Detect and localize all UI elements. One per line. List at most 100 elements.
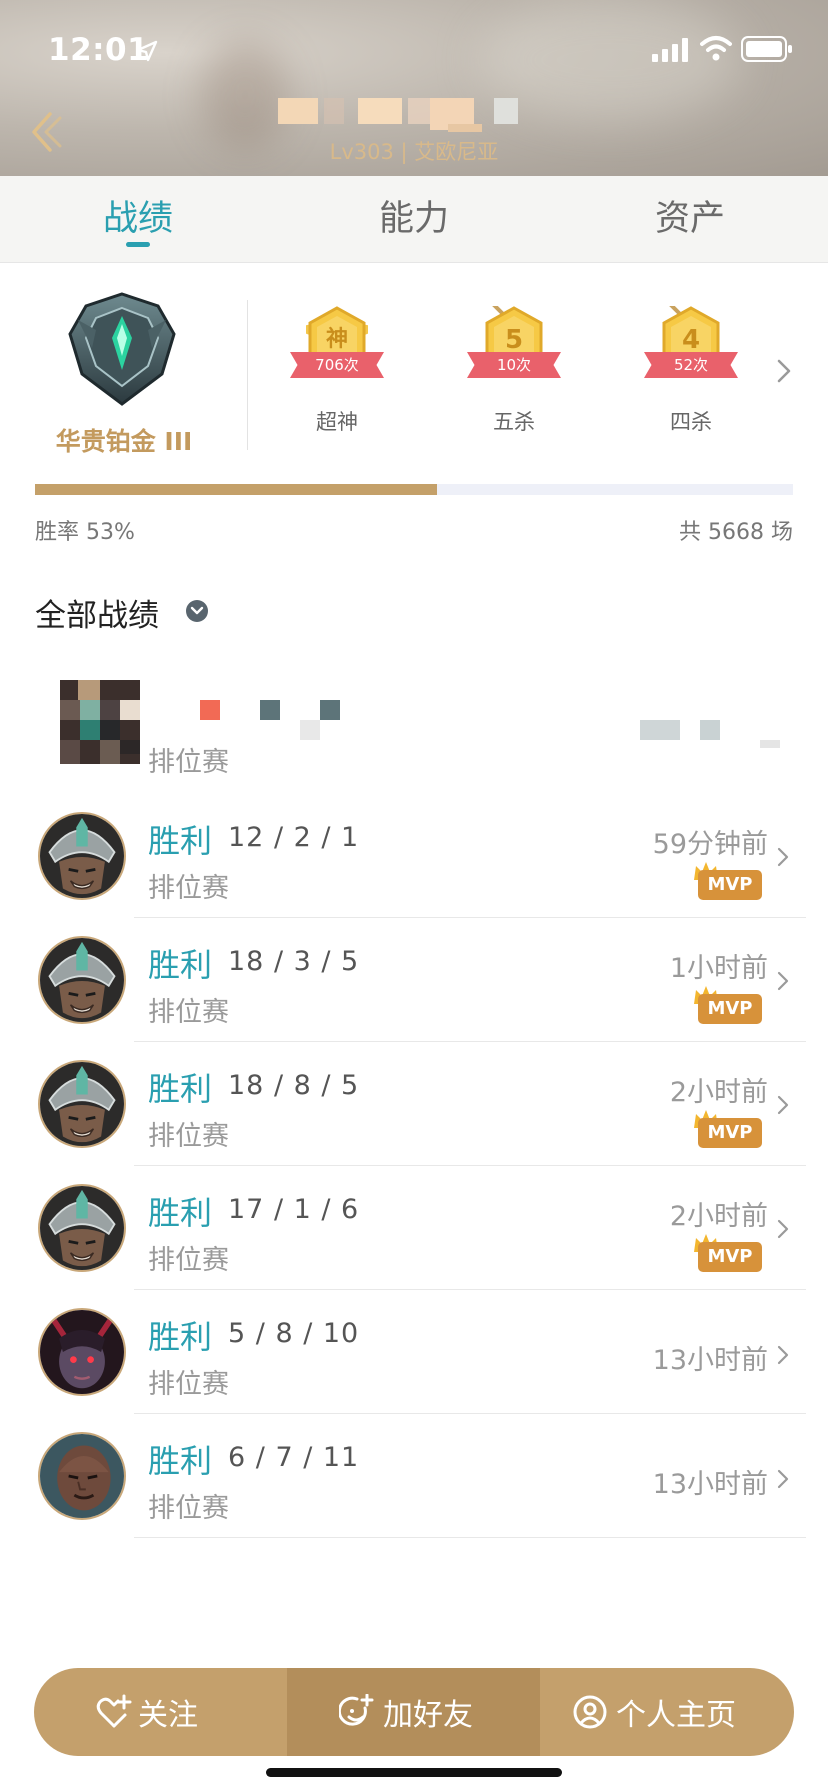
chevron-right-icon	[777, 971, 789, 991]
champion-helmet-warrior-icon	[40, 938, 124, 1022]
match-kda: 12 / 2 / 1	[228, 822, 360, 853]
champion-helmet-warrior-icon	[40, 1186, 124, 1270]
champion-dark-horned-icon	[40, 1310, 124, 1394]
profile-header: 12:01 Lv303 | 艾欧尼亚	[0, 0, 828, 176]
match-row[interactable]: 胜利 18 / 8 / 5 排位赛 2小时前 MVP	[0, 1042, 828, 1166]
cellular-signal-icon	[652, 38, 688, 62]
match-mode: 排位赛	[148, 1493, 229, 1524]
badge-pentakill[interactable]: 5 10次 五杀	[459, 306, 569, 446]
champion-avatar	[38, 1184, 126, 1272]
match-time: 1小时前	[669, 953, 768, 984]
champion-avatar	[38, 812, 126, 900]
win-rate-text: 胜率 53%	[35, 520, 135, 545]
champion-avatar	[38, 1308, 126, 1396]
match-row[interactable]: 胜利 17 / 1 / 6 排位赛 2小时前 MVP	[0, 1166, 828, 1290]
match-row-obscured[interactable]: 排位赛	[0, 656, 828, 794]
mvp-label: MVP	[698, 994, 762, 1024]
match-result: 胜利	[148, 1194, 213, 1232]
add-friend-icon	[339, 1694, 374, 1726]
badge-label: 超神	[316, 410, 358, 434]
svg-text:神: 神	[326, 326, 348, 352]
match-kda: 5 / 8 / 10	[228, 1318, 360, 1349]
player-level-region: Lv303 | 艾欧尼亚	[329, 140, 499, 164]
section-title[interactable]: 全部战绩	[35, 590, 159, 635]
match-kda: 18 / 3 / 5	[228, 946, 360, 977]
champion-bald-fighter-icon	[40, 1434, 124, 1518]
wifi-icon	[700, 36, 732, 61]
match-row[interactable]: 胜利 6 / 7 / 11 排位赛 13小时前	[0, 1414, 828, 1538]
match-result: 胜利	[148, 1318, 213, 1356]
match-mode: 排位赛	[148, 1369, 229, 1400]
chevron-right-icon	[777, 1469, 789, 1489]
match-row[interactable]: 胜利 5 / 8 / 10 排位赛 13小时前	[0, 1290, 828, 1414]
bottom-action-bar: 关注 加好友 个人主页	[34, 1668, 794, 1756]
match-result: 胜利	[148, 822, 213, 860]
match-result: 胜利	[148, 946, 213, 984]
match-time: 2小时前	[669, 1201, 768, 1232]
match-kda: 18 / 8 / 5	[228, 1070, 360, 1101]
win-rate-fill	[35, 484, 437, 495]
mvp-badge: MVP	[692, 984, 764, 1024]
mvp-label: MVP	[698, 870, 762, 900]
badge-label: 五杀	[493, 410, 535, 434]
chevron-down-icon	[190, 606, 204, 615]
match-kda: 17 / 1 / 6	[228, 1194, 360, 1225]
tab-record[interactable]: 战绩	[38, 176, 238, 262]
match-time: 2小时前	[669, 1077, 768, 1108]
status-bar: 12:01	[0, 0, 828, 100]
match-time: 59分钟前	[652, 829, 768, 860]
match-mode: 排位赛	[148, 997, 229, 1028]
total-games-text: 共 5668 场	[679, 520, 793, 545]
champion-helmet-warrior-icon	[40, 1062, 124, 1146]
badge-label: 四杀	[670, 410, 712, 434]
tab-ability[interactable]: 能力	[314, 176, 514, 262]
mvp-label: MVP	[698, 1242, 762, 1272]
add-friend-button[interactable]: 加好友	[287, 1668, 540, 1756]
row-separator	[134, 1537, 806, 1538]
dropdown-toggle[interactable]	[186, 600, 208, 622]
match-row[interactable]: 胜利 18 / 3 / 5 排位赛 1小时前 MVP	[0, 918, 828, 1042]
champion-avatar	[38, 1432, 126, 1520]
home-indicator	[266, 1768, 562, 1777]
mvp-badge: MVP	[692, 1108, 764, 1148]
svg-text:5: 5	[505, 325, 523, 355]
heart-plus-icon	[96, 1694, 132, 1728]
champion-avatar	[38, 1060, 126, 1148]
chevron-right-icon[interactable]	[774, 356, 794, 386]
follow-button[interactable]: 关注	[34, 1668, 287, 1756]
badge-count: 706次	[315, 356, 359, 374]
match-row[interactable]: 胜利 12 / 2 / 1 排位赛 59分钟前 MVP	[0, 794, 828, 918]
follow-label: 关注	[138, 1698, 198, 1733]
badge-count: 52次	[673, 356, 709, 374]
tab-bar: 战绩 能力 资产	[0, 176, 828, 263]
rank-overview: 华贵铂金 III 神 706次 超神 5 10次 五杀 4 52次 四杀	[0, 262, 828, 462]
match-kda: 6 / 7 / 11	[228, 1442, 360, 1473]
match-mode: 排位赛	[148, 1121, 229, 1152]
mvp-label: MVP	[698, 1118, 762, 1148]
battery-icon	[741, 36, 792, 62]
win-rate-bar	[35, 484, 793, 495]
chevron-right-icon	[777, 1345, 789, 1365]
champion-avatar	[38, 936, 126, 1024]
svg-text:4: 4	[682, 325, 700, 355]
chevron-right-icon	[777, 1095, 789, 1115]
profile-page-button[interactable]: 个人主页	[540, 1668, 793, 1756]
badge-quadrakill[interactable]: 4 52次 四杀	[636, 306, 746, 446]
tab-assets[interactable]: 资产	[590, 176, 790, 262]
profile-page-label: 个人主页	[616, 1698, 736, 1733]
chevron-right-icon	[777, 1219, 789, 1239]
pixelated-player-name	[278, 98, 528, 132]
location-arrow-icon	[136, 40, 158, 62]
badge-count: 10次	[496, 356, 532, 374]
mvp-badge: MVP	[692, 1232, 764, 1272]
champion-helmet-warrior-icon	[40, 814, 124, 898]
badge-legendary[interactable]: 神 706次 超神	[282, 306, 392, 446]
status-time: 12:01	[48, 32, 150, 68]
chevron-right-icon	[777, 847, 789, 867]
match-time: 13小时前	[652, 1469, 768, 1500]
platinum-rank-emblem-icon[interactable]	[62, 290, 182, 408]
match-result: 胜利	[148, 1070, 213, 1108]
mvp-badge: MVP	[692, 860, 764, 900]
match-time: 13小时前	[652, 1345, 768, 1376]
match-mode: 排位赛	[148, 873, 229, 904]
